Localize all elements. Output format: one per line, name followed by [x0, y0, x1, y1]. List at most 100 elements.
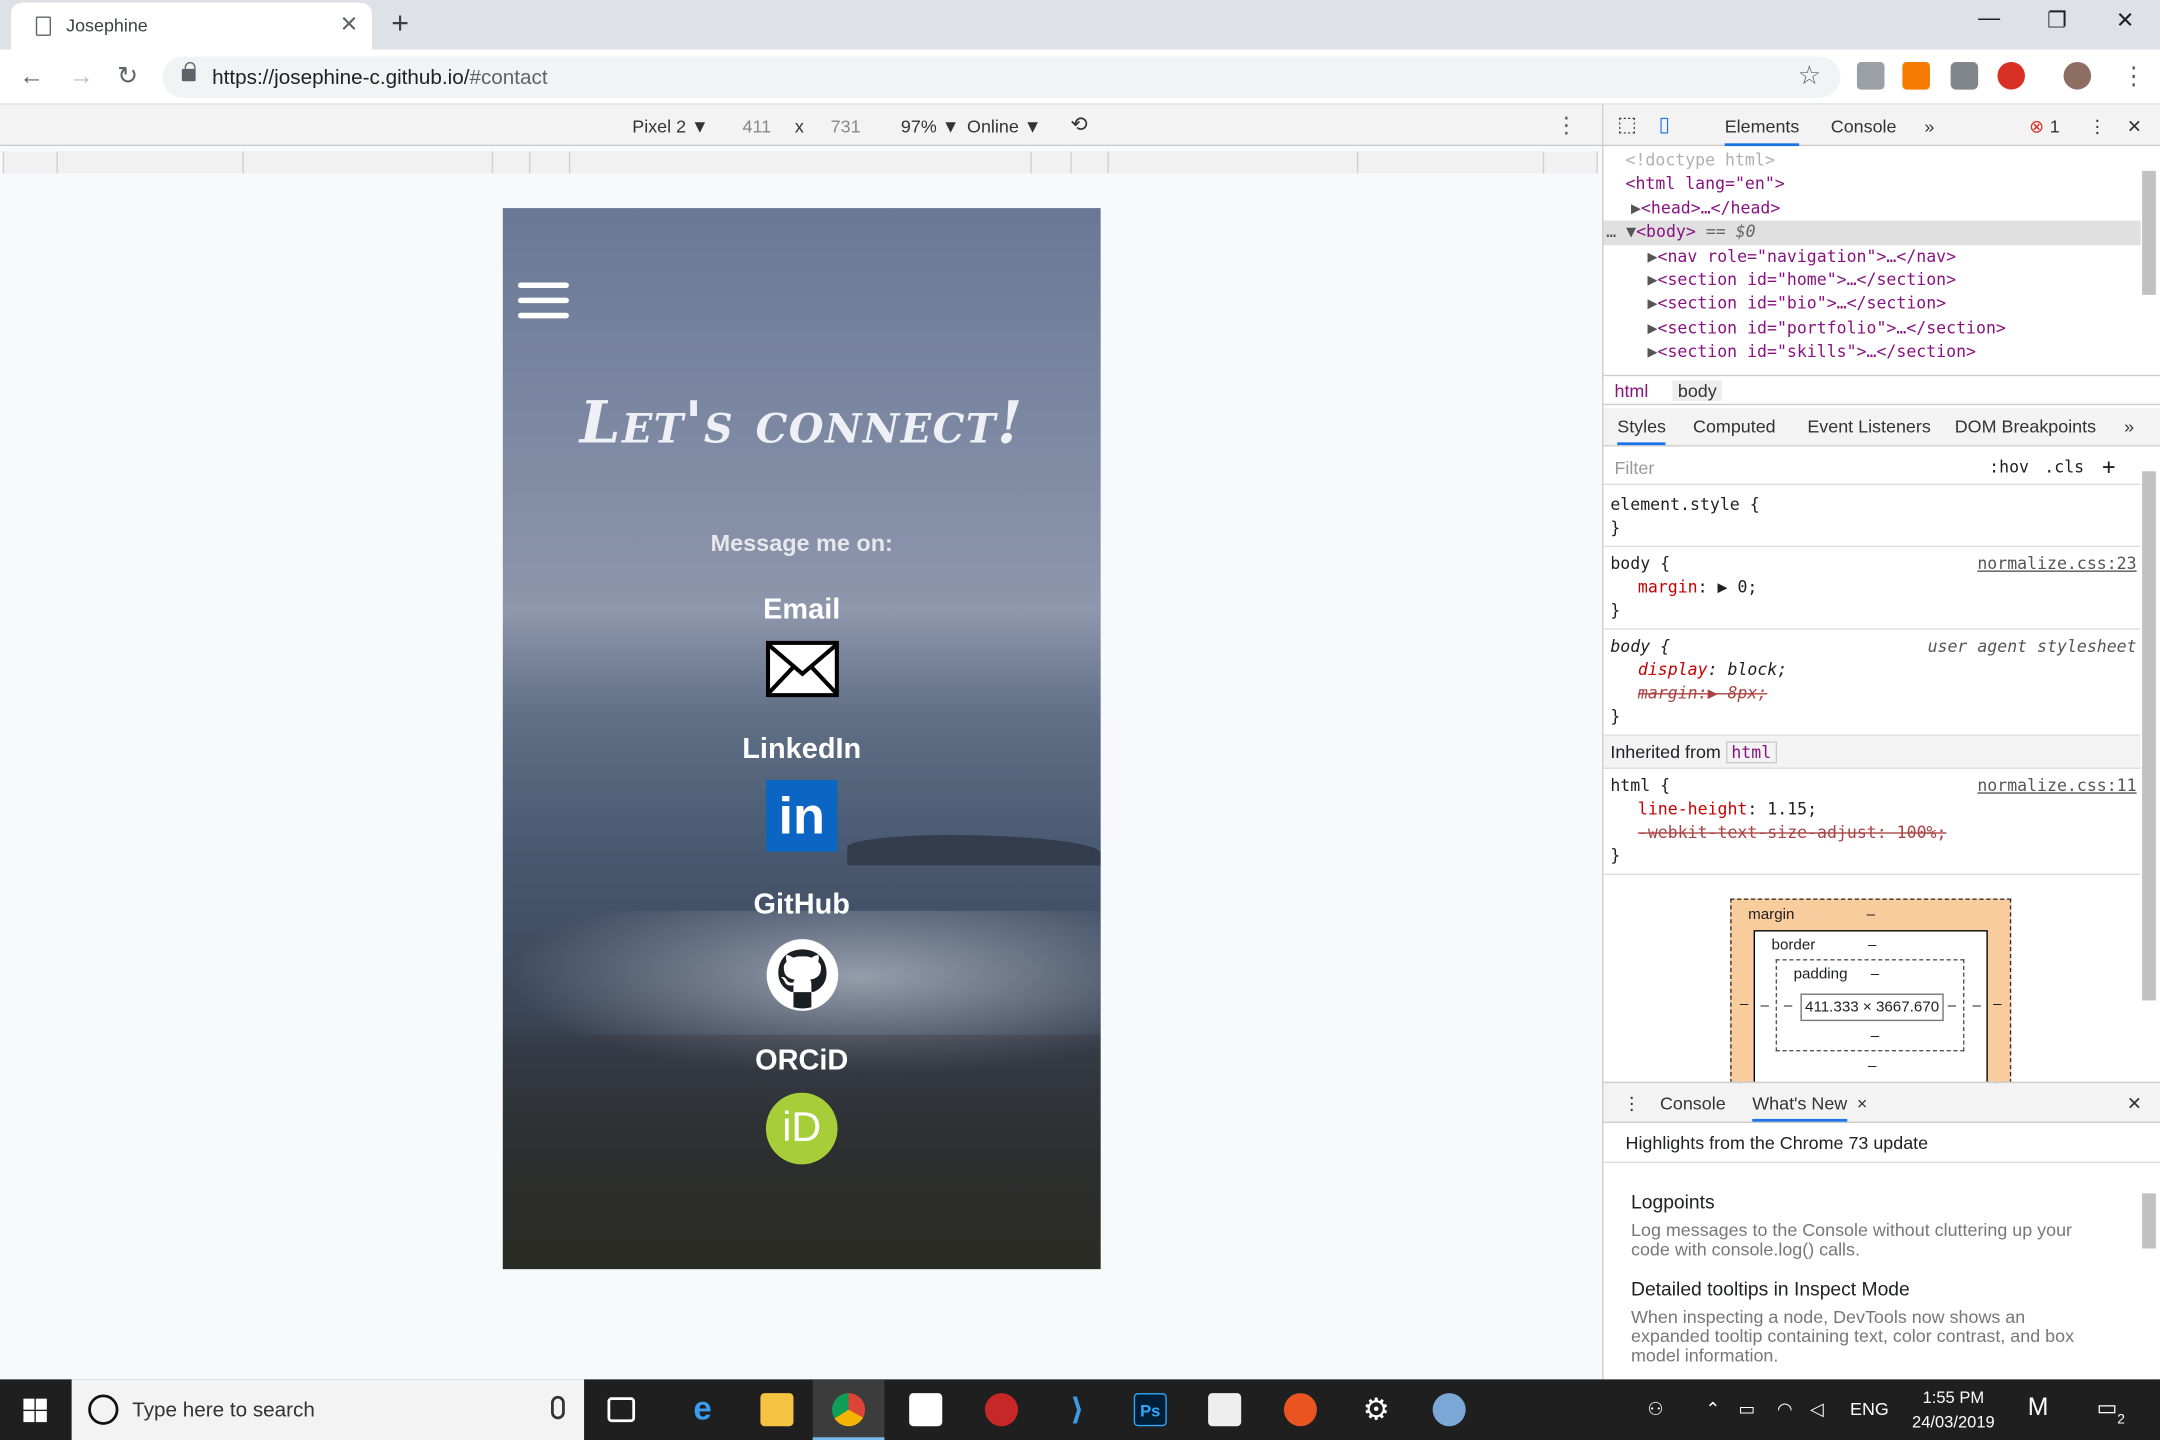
- close-drawer-icon[interactable]: ✕: [2127, 1093, 2142, 1115]
- error-icon[interactable]: ⊗: [2029, 116, 2044, 138]
- dom-doctype[interactable]: <!doctype html>: [1603, 149, 2140, 173]
- envelope-icon[interactable]: [765, 640, 839, 698]
- gmail-icon[interactable]: M: [2028, 1393, 2049, 1422]
- box-model-margin[interactable]: margin – – – border – – – – padding – – …: [1730, 898, 2012, 1085]
- more-style-tabs-icon[interactable]: »: [2124, 416, 2134, 437]
- dom-section-bio[interactable]: ▶<section id="bio">…</section>: [1603, 293, 2140, 317]
- photos-icon[interactable]: [1208, 1393, 1242, 1427]
- edge-icon[interactable]: e: [686, 1392, 719, 1426]
- browser-tab[interactable]: Josephine ✕: [11, 2, 372, 50]
- hov-toggle[interactable]: :hov: [1989, 457, 2029, 476]
- source-link[interactable]: normalize.css:11: [1977, 774, 2136, 797]
- taskbar-search[interactable]: Type here to search: [71, 1379, 585, 1440]
- drawer-tab-console[interactable]: Console: [1660, 1093, 1726, 1114]
- shopping-extension-icon[interactable]: [1902, 62, 1930, 90]
- yab-extension-icon[interactable]: [1997, 62, 2025, 90]
- device-menu-icon[interactable]: ⋮: [1555, 112, 1577, 140]
- box-model-content[interactable]: 411.333 × 3667.670: [1800, 993, 1944, 1022]
- dom-section-portfolio[interactable]: ▶<section id="portfolio">…</section>: [1603, 317, 2140, 341]
- drawer-scrollbar[interactable]: [2142, 1193, 2156, 1249]
- linkedin-label[interactable]: LinkedIn: [503, 733, 1101, 766]
- styles-filter-input[interactable]: Filter: [1614, 457, 1654, 478]
- tab-styles[interactable]: Styles: [1617, 416, 1667, 446]
- windows-start-icon[interactable]: [23, 1398, 47, 1423]
- file-explorer-icon[interactable]: [760, 1393, 794, 1427]
- vscode-icon[interactable]: ⟩: [1061, 1392, 1094, 1426]
- drawer-tab-whats-new[interactable]: What's New: [1752, 1093, 1848, 1122]
- extension-icon[interactable]: [1856, 62, 1885, 90]
- device-width[interactable]: 411: [742, 116, 771, 137]
- inherited-html-chip[interactable]: html: [1725, 741, 1777, 764]
- wifi-icon[interactable]: ◠: [1777, 1399, 1793, 1421]
- crumb-body[interactable]: body: [1672, 380, 1723, 401]
- app-icon[interactable]: [1432, 1393, 1466, 1427]
- close-whats-new-icon[interactable]: ×: [1857, 1093, 1867, 1114]
- rule-body-user-agent[interactable]: user agent stylesheet body { display: bl…: [1603, 630, 2141, 736]
- dom-section-home[interactable]: ▶<section id="home">…</section>: [1603, 269, 2140, 293]
- tab-elements[interactable]: Elements: [1724, 116, 1800, 147]
- url-text[interactable]: https://josephine-c.github.io/#contact: [212, 66, 547, 89]
- tab-event-listeners[interactable]: Event Listeners: [1807, 416, 1930, 437]
- task-view-icon[interactable]: [607, 1397, 636, 1423]
- dom-section-skills[interactable]: ▶<section id="skills">…</section>: [1603, 341, 2140, 365]
- close-devtools-icon[interactable]: ✕: [2127, 116, 2142, 138]
- dom-scrollbar[interactable]: [2142, 170, 2156, 295]
- device-height[interactable]: 731: [831, 116, 861, 137]
- store-icon[interactable]: [909, 1393, 943, 1427]
- address-bar[interactable]: https://josephine-c.github.io/#contact ☆: [162, 56, 1841, 98]
- orcid-label[interactable]: ORCiD: [503, 1045, 1101, 1078]
- cls-toggle[interactable]: .cls: [2044, 457, 2084, 476]
- inspect-element-icon[interactable]: ⬚: [1617, 112, 1637, 136]
- restore-icon[interactable]: ❐: [2047, 7, 2067, 35]
- reload-icon[interactable]: ↻: [117, 62, 138, 91]
- media-query-ruler[interactable]: [0, 146, 1603, 174]
- more-tabs-icon[interactable]: »: [1924, 116, 1934, 137]
- new-tab-button[interactable]: +: [391, 6, 409, 42]
- drawer-menu-icon[interactable]: ⋮: [1623, 1093, 1641, 1115]
- device-select[interactable]: Pixel 2 ▼: [632, 116, 708, 137]
- rule-element-style[interactable]: element.style { }: [1603, 488, 2141, 548]
- dom-html[interactable]: <html lang="en">: [1603, 173, 2140, 197]
- devtools-menu-icon[interactable]: ⋮: [2088, 116, 2106, 138]
- profile-avatar[interactable]: [2063, 62, 2092, 90]
- tray-chevron-icon[interactable]: ⌃: [1705, 1399, 1720, 1421]
- error-count[interactable]: 1: [2050, 116, 2060, 137]
- back-icon[interactable]: ←: [19, 62, 44, 91]
- close-window-icon[interactable]: ✕: [2116, 7, 2134, 35]
- minimize-icon[interactable]: —: [1978, 7, 2000, 32]
- chrome-menu-icon[interactable]: ⋮: [2121, 62, 2146, 91]
- network-select[interactable]: Online ▼: [967, 116, 1041, 137]
- clock[interactable]: 1:55 PM 24/03/2019: [1898, 1385, 2008, 1435]
- box-model-border[interactable]: border – – – – padding – – – – 411.333 ×…: [1753, 930, 1988, 1085]
- volume-icon[interactable]: ◁: [1810, 1399, 1824, 1421]
- dom-nav[interactable]: ▶<nav role="navigation">…</nav>: [1603, 245, 2140, 269]
- zoom-select[interactable]: 97% ▼: [901, 116, 960, 137]
- forward-icon[interactable]: →: [69, 62, 94, 91]
- box-model-padding[interactable]: padding – – – – 411.333 × 3667.670: [1775, 959, 1965, 1052]
- add-rule-icon[interactable]: +: [2102, 453, 2115, 479]
- settings-gear-icon[interactable]: ⚙: [1360, 1392, 1393, 1426]
- people-icon[interactable]: ⚇: [1648, 1399, 1664, 1421]
- linkedin-icon[interactable]: in: [765, 779, 838, 852]
- rotate-icon[interactable]: ⟲: [1070, 112, 1087, 136]
- device-mode-icon[interactable]: ▯: [1659, 112, 1670, 136]
- paint-icon[interactable]: [984, 1393, 1019, 1427]
- ubuntu-icon[interactable]: [1283, 1393, 1317, 1427]
- microphone-icon[interactable]: [551, 1395, 565, 1420]
- tab-dom-breakpoints[interactable]: DOM Breakpoints: [1955, 416, 2096, 437]
- github-label[interactable]: GitHub: [503, 889, 1101, 922]
- close-tab-icon[interactable]: ✕: [340, 11, 358, 39]
- dom-head[interactable]: ▶<head>…</head>: [1603, 197, 2140, 221]
- rule-body-normalize[interactable]: normalize.css:23 body { margin: ▶ 0; }: [1603, 547, 2141, 630]
- search-placeholder[interactable]: Type here to search: [132, 1399, 315, 1422]
- email-label[interactable]: Email: [503, 594, 1101, 627]
- battery-icon[interactable]: ▭: [1738, 1399, 1755, 1421]
- crumb-html[interactable]: html: [1614, 380, 1648, 401]
- photoshop-icon[interactable]: Ps: [1133, 1393, 1167, 1427]
- github-octocat-icon[interactable]: [766, 938, 839, 1011]
- dom-body[interactable]: … ▼<body> == $0: [1603, 220, 2141, 245]
- chrome-icon[interactable]: [832, 1393, 866, 1427]
- cortana-icon[interactable]: [88, 1394, 119, 1425]
- rule-html-normalize[interactable]: normalize.css:11 html { line-height: 1.1…: [1603, 769, 2141, 876]
- source-link[interactable]: normalize.css:23: [1977, 553, 2136, 576]
